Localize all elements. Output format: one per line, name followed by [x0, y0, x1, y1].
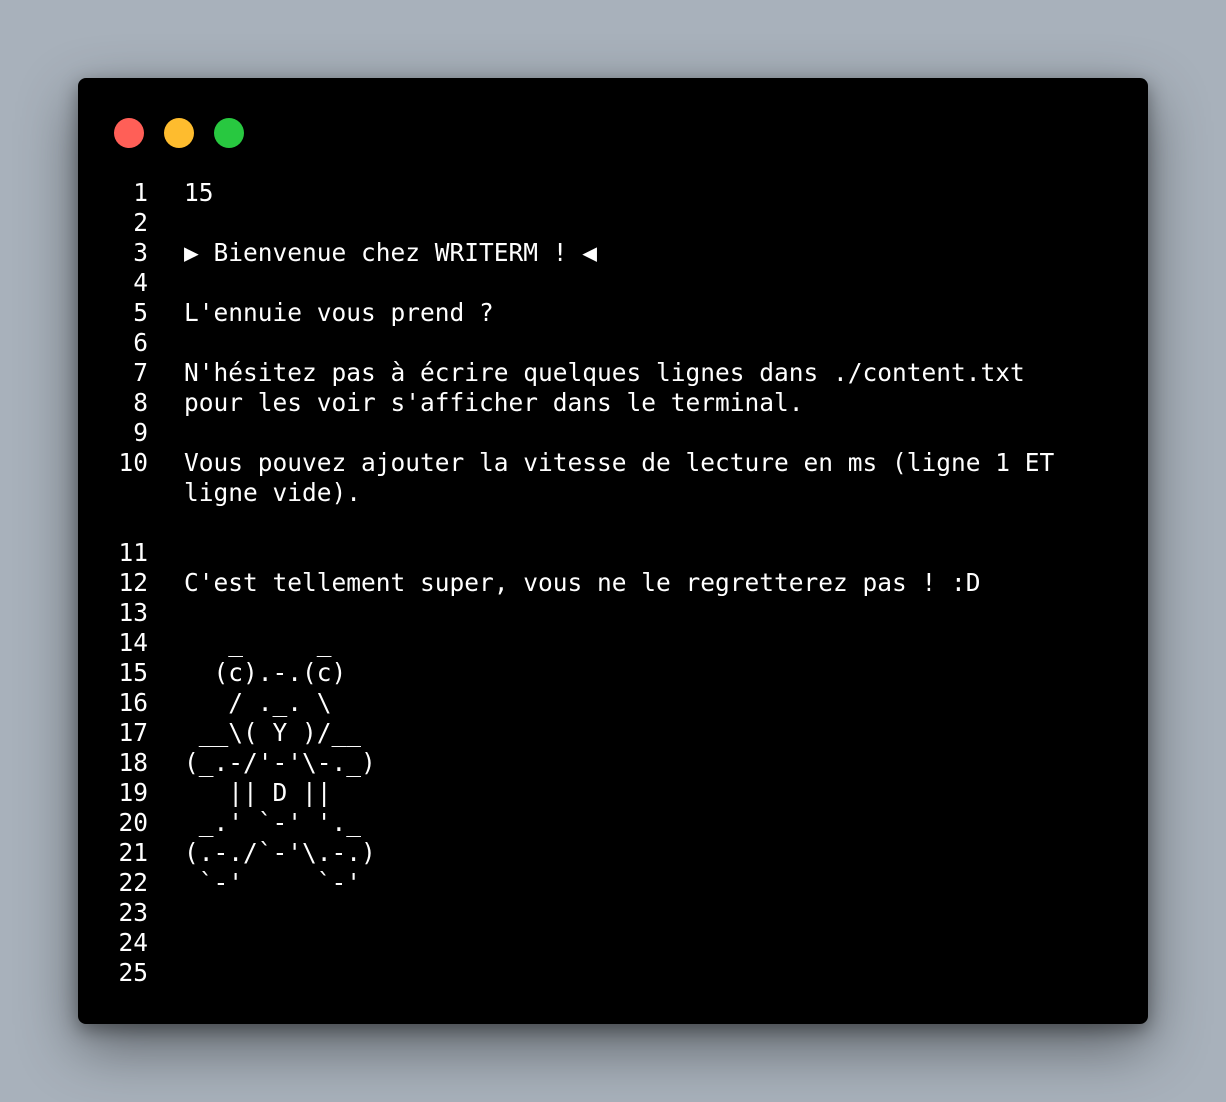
terminal-window: 1 15 2 3 ▶ Bienvenue chez WRITERM ! ◀ 4 5 L'enn…	[78, 78, 1148, 1024]
line-text: N'hésitez pas à écrire quelques lignes d…	[184, 358, 1025, 387]
title-bar	[78, 78, 1148, 178]
terminal-line: 24	[106, 928, 1128, 958]
line-number: 3	[133, 238, 148, 267]
terminal-line: 5 L'ennuie vous prend ?	[106, 298, 1128, 328]
line-number: 25	[118, 958, 148, 987]
line-text: 15	[184, 178, 214, 207]
terminal-line: 4	[106, 268, 1128, 298]
minimize-button[interactable]	[164, 118, 194, 148]
terminal-line: 19 || D ||	[106, 778, 1128, 808]
line-number: 11	[118, 538, 148, 567]
terminal-line: 12 C'est tellement super, vous ne le regr…	[106, 568, 1128, 598]
terminal-line: 18 (_.-/'-'\-._)	[106, 748, 1128, 778]
terminal-line: 25	[106, 958, 1128, 988]
terminal-content: 1 15 2 3 ▶ Bienvenue chez WRITERM ! ◀ 4 5 L'enn…	[106, 178, 1128, 988]
ascii-art-line: || D ||	[184, 778, 332, 807]
terminal-line: 7 N'hésitez pas à écrire quelques lignes …	[106, 358, 1128, 388]
terminal-line: 23	[106, 898, 1128, 928]
ascii-art-line: __\( Y )/__	[184, 718, 362, 747]
line-number: 24	[118, 928, 148, 957]
ascii-art-line: (_.-/'-'\-._)	[184, 748, 376, 777]
line-number: 9	[133, 418, 148, 447]
terminal-line: 13	[106, 598, 1128, 628]
line-number: 7	[133, 358, 148, 387]
terminal-line: 8 pour les voir s'afficher dans le termin…	[106, 388, 1128, 418]
ascii-art-line: _ _	[184, 628, 332, 657]
terminal-line: 9	[106, 418, 1128, 448]
terminal-line: 21 (.-./`-'\.-.)	[106, 838, 1128, 868]
ascii-art-line: `-' `-'	[184, 868, 362, 897]
line-number: 23	[118, 898, 148, 927]
terminal-line: 1 15	[106, 178, 1128, 208]
line-number: 14	[118, 628, 148, 657]
line-text: pour les voir s'afficher dans le termina…	[184, 388, 804, 417]
terminal-line: 22 `-' `-'	[106, 868, 1128, 898]
line-number: 22	[118, 868, 148, 897]
terminal-line: 15 (c).-.(c)	[106, 658, 1128, 688]
line-text: Vous pouvez ajouter la vitesse de lectur…	[184, 448, 1070, 507]
line-number: 15	[118, 658, 148, 687]
line-number: 1	[133, 178, 148, 207]
line-number: 19	[118, 778, 148, 807]
line-number: 13	[118, 598, 148, 627]
terminal-line: 14 _ _	[106, 628, 1128, 658]
line-number: 20	[118, 808, 148, 837]
line-number: 6	[133, 328, 148, 357]
terminal-line: 16 / ._. \	[106, 688, 1128, 718]
line-number: 8	[133, 388, 148, 417]
line-number: 18	[118, 748, 148, 777]
ascii-art-line: _.' `-' '._	[184, 808, 362, 837]
terminal-line: 20 _.' `-' '._	[106, 808, 1128, 838]
line-number: 4	[133, 268, 148, 297]
line-number: 10	[118, 448, 148, 477]
line-number: 16	[118, 688, 148, 717]
line-number: 2	[133, 208, 148, 237]
line-text: C'est tellement super, vous ne le regret…	[184, 568, 981, 597]
ascii-art-line: (c).-.(c)	[184, 658, 347, 687]
terminal-line: 11	[106, 538, 1128, 568]
line-text: ▶ Bienvenue chez WRITERM ! ◀	[184, 238, 598, 267]
ascii-art-line: (.-./`-'\.-.)	[184, 838, 376, 867]
line-text: L'ennuie vous prend ?	[184, 298, 494, 327]
terminal-line: 10 Vous pouvez ajouter la vitesse de lect…	[106, 448, 1128, 508]
line-number: 5	[133, 298, 148, 327]
terminal-line: 6	[106, 328, 1128, 358]
ascii-art-line: / ._. \	[184, 688, 332, 717]
terminal-line: 2	[106, 208, 1128, 238]
close-button[interactable]	[114, 118, 144, 148]
maximize-button[interactable]	[214, 118, 244, 148]
terminal-line: 3 ▶ Bienvenue chez WRITERM ! ◀	[106, 238, 1128, 268]
line-number: 17	[118, 718, 148, 747]
terminal-line: 17 __\( Y )/__	[106, 718, 1128, 748]
line-number: 12	[118, 568, 148, 597]
line-number: 21	[118, 838, 148, 867]
